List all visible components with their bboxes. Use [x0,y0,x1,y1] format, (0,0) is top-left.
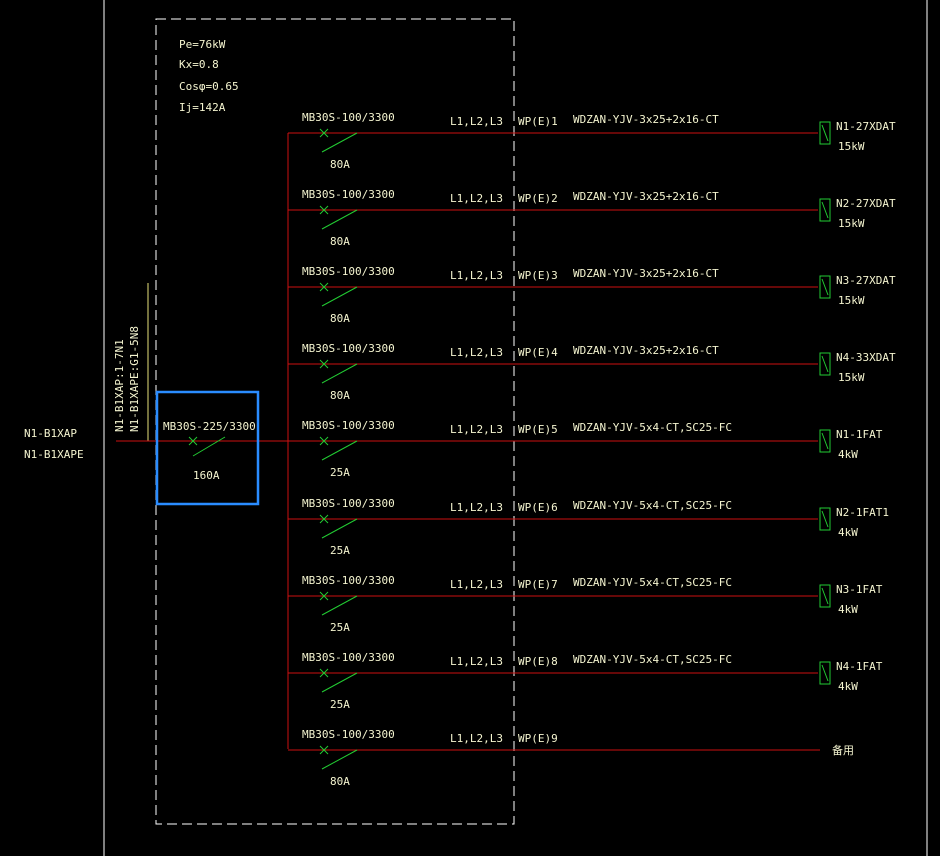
circuit-breaker-model: MB30S-100/3300 [302,342,395,355]
panel-pe: Pe=76kW [179,38,226,51]
circuit-id: WP(E)4 [518,346,558,359]
circuit-load-power: 15kW [838,294,865,307]
circuit-load-power: 4kW [838,448,858,461]
circuit-load-name: N4-1FAT [836,660,883,673]
circuit-id: WP(E)6 [518,501,558,514]
circuit-load-name: N3-27XDAT [836,274,896,287]
incoming-label-ap: N1-B1XAP [24,427,77,440]
circuit-load-name: N1-27XDAT [836,120,896,133]
circuit-phases: L1,L2,L3 [450,578,503,591]
circuit-breaker-model: MB30S-100/3300 [302,111,395,124]
circuit-load-power: 15kW [838,371,865,384]
circuit-id: WP(E)5 [518,423,558,436]
circuit-load-power: 4kW [838,680,858,693]
circuit-phases: L1,L2,L3 [450,269,503,282]
circuit-breaker-model: MB30S-100/3300 [302,728,395,741]
circuit-breaker-rating: 80A [330,389,350,402]
circuit-cable: WDZAN-YJV-3x25+2x16-CT [573,344,719,357]
circuit-id: WP(E)2 [518,192,558,205]
incoming-label-ape: N1-B1XAPE [24,448,84,461]
circuit-id: WP(E)3 [518,269,558,282]
circuit-breaker-rating: 80A [330,158,350,171]
circuit-breaker-model: MB30S-100/3300 [302,497,395,510]
circuit-breaker-model: MB30S-100/3300 [302,188,395,201]
circuit-cable: WDZAN-YJV-3x25+2x16-CT [573,190,719,203]
circuit-phases: L1,L2,L3 [450,423,503,436]
circuit-phases: L1,L2,L3 [450,192,503,205]
circuit-load-power: 4kW [838,526,858,539]
circuit-phases: L1,L2,L3 [450,655,503,668]
circuit-id: WP(E)8 [518,655,558,668]
circuit-load-name: N2-1FAT1 [836,506,889,519]
main-breaker-model: MB30S-225/3300 [163,420,256,433]
panel-ij: Ij=142A [179,101,226,114]
circuit-id: WP(E)9 [518,732,558,745]
circuit-breaker-rating: 80A [330,775,350,788]
circuit-breaker-rating: 25A [330,466,350,479]
circuit-breaker-rating: 80A [330,235,350,248]
panel-kx: Kx=0.8 [179,58,219,71]
circuit-cable: WDZAN-YJV-3x25+2x16-CT [573,113,719,126]
circuit-load-power: 15kW [838,140,865,153]
circuit-breaker-rating: 25A [330,621,350,634]
circuit-id: WP(E)1 [518,115,558,128]
circuit-load-power: 4kW [838,603,858,616]
panel-cos: Cosφ=0.65 [179,80,239,93]
circuit-id: WP(E)7 [518,578,558,591]
circuit-spare-label: 备用 [832,743,854,757]
circuit-breaker-model: MB30S-100/3300 [302,651,395,664]
circuit-breaker-rating: 25A [330,698,350,711]
circuit-breaker-rating: 25A [330,544,350,557]
circuit-cable: WDZAN-YJV-3x25+2x16-CT [573,267,719,280]
circuit-load-name: N2-27XDAT [836,197,896,210]
circuit-phases: L1,L2,L3 [450,501,503,514]
circuit-load-name: N1-1FAT [836,428,883,441]
circuit-phases: L1,L2,L3 [450,115,503,128]
circuit-breaker-model: MB30S-100/3300 [302,419,395,432]
circuit-phases: L1,L2,L3 [450,346,503,359]
circuit-breaker-rating: 80A [330,312,350,325]
circuit-cable: WDZAN-YJV-5x4-CT,SC25-FC [573,653,732,666]
incoming-vertical-label-2: N1-B1XAPE:G1-5N8 [128,326,141,432]
circuit-breaker-model: MB30S-100/3300 [302,574,395,587]
circuit-load-name: N4-33XDAT [836,351,896,364]
circuit-cable: WDZAN-YJV-5x4-CT,SC25-FC [573,421,732,434]
circuit-breaker-model: MB30S-100/3300 [302,265,395,278]
main-breaker-rating: 160A [193,469,220,482]
circuit-cable: WDZAN-YJV-5x4-CT,SC25-FC [573,499,732,512]
circuit-load-power: 15kW [838,217,865,230]
schematic-canvas: N1-B1XAP N1-B1XAPE N1-B1XAP:1-7N1 N1-B1X… [0,0,940,856]
circuit-phases: L1,L2,L3 [450,732,503,745]
incoming-vertical-label-1: N1-B1XAP:1-7N1 [113,339,126,432]
circuit-load-name: N3-1FAT [836,583,883,596]
circuit-cable: WDZAN-YJV-5x4-CT,SC25-FC [573,576,732,589]
